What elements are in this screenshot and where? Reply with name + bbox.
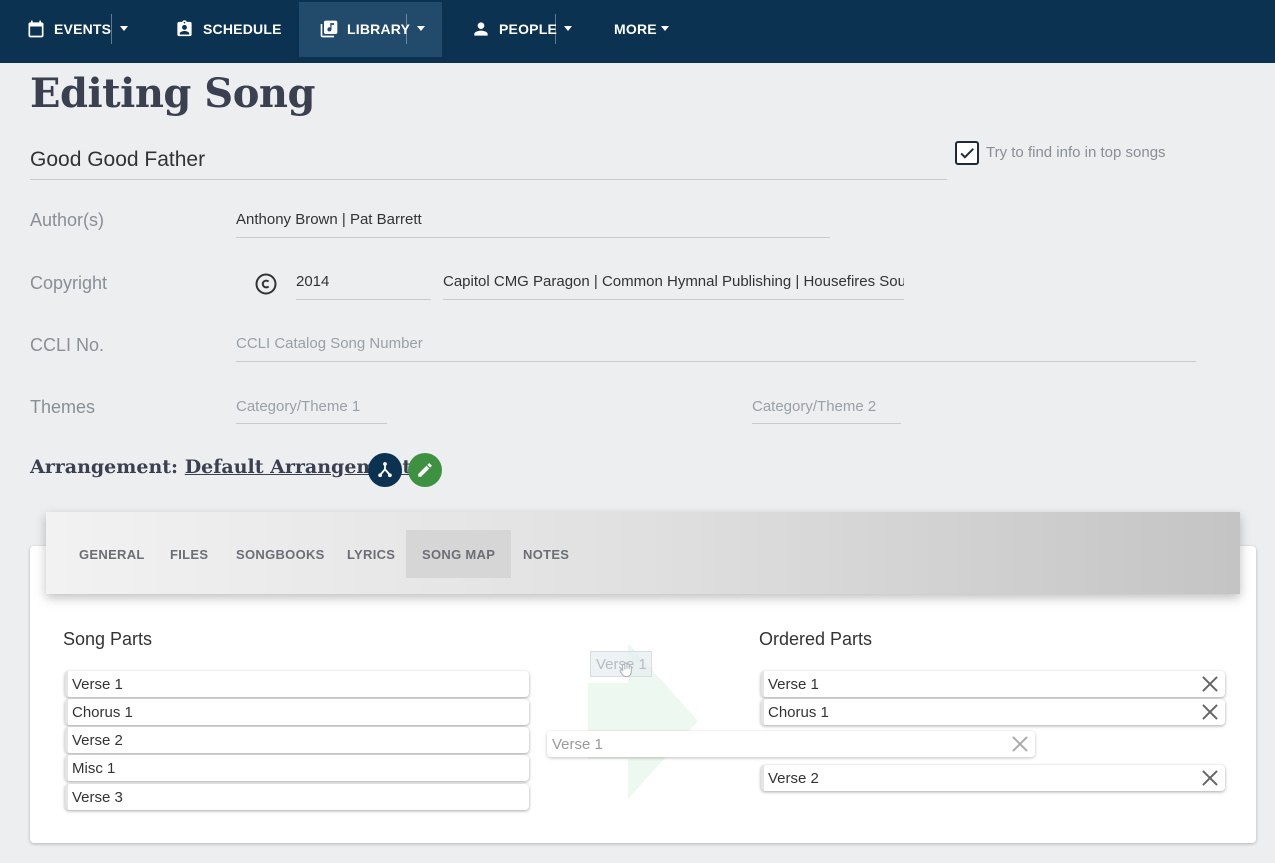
song-part-item[interactable]: Verse 3: [65, 784, 529, 810]
nav-events-dropdown[interactable]: [120, 0, 128, 57]
copyright-holders-underline: [443, 299, 904, 300]
theme2-underline: [752, 423, 901, 424]
ordered-part-item[interactable]: Verse 2: [761, 765, 1225, 791]
caret-down-icon: [417, 26, 425, 31]
tab-songbooks[interactable]: SONGBOOKS: [220, 530, 341, 578]
nav-events[interactable]: EVENTS: [26, 0, 111, 57]
nav-people-label: PEOPLE: [499, 20, 557, 37]
nav-library-dropdown[interactable]: [417, 0, 425, 57]
authors-input[interactable]: Anthony Brown | Pat Barrett: [236, 211, 422, 228]
song-title-underline: [30, 179, 947, 180]
ccli-input[interactable]: CCLI Catalog Song Number: [236, 335, 423, 352]
remove-part-icon[interactable]: [1201, 769, 1219, 787]
ccli-underline: [236, 361, 1196, 362]
song-part-item[interactable]: Misc 1: [65, 755, 529, 781]
ccli-label: CCLI No.: [30, 335, 105, 355]
caret-down-icon: [564, 26, 572, 31]
nav-more[interactable]: MORE: [614, 0, 669, 57]
theme1-input[interactable]: Category/Theme 1: [236, 398, 360, 415]
find-info-label: Try to find info in top songs: [986, 144, 1166, 161]
library-music-icon: [320, 20, 338, 37]
top-navbar: EVENTS SCHEDULE LIBRARY PEOPLE MORE: [0, 0, 1275, 63]
tab-bar: GENERAL FILES SONGBOOKS LYRICS SONG MAP …: [46, 512, 1240, 594]
grab-hand-icon: [619, 662, 632, 678]
ordered-part-label: Chorus 1: [768, 703, 829, 721]
nav-schedule[interactable]: SCHEDULE: [175, 0, 282, 57]
caret-down-icon: [660, 26, 669, 31]
tab-files[interactable]: FILES: [154, 530, 224, 578]
tab-lyrics[interactable]: LYRICS: [331, 530, 411, 578]
nav-library-label: LIBRARY: [347, 20, 411, 37]
nav-people[interactable]: PEOPLE: [471, 0, 557, 57]
fork-icon: [378, 462, 392, 478]
song-title-input[interactable]: Good Good Father: [30, 148, 205, 172]
ordered-part-label: Verse 1: [768, 675, 819, 693]
tab-general[interactable]: GENERAL: [63, 530, 161, 578]
copyright-icon: [255, 273, 277, 295]
checkmark-icon: [960, 148, 974, 159]
calendar-icon: [28, 20, 44, 37]
person-icon: [474, 21, 488, 36]
nav-schedule-label: SCHEDULE: [203, 20, 282, 37]
remove-part-icon[interactable]: [1201, 675, 1219, 693]
drop-placeholder-label: Verse 1: [552, 735, 603, 753]
copyright-year-input[interactable]: 2014: [296, 273, 329, 290]
remove-part-icon[interactable]: [1201, 703, 1219, 721]
nav-divider: [406, 14, 407, 44]
theme2-input[interactable]: Category/Theme 2: [752, 398, 876, 415]
ordered-part-label: Verse 2: [768, 769, 819, 787]
song-part-item[interactable]: Verse 1: [65, 671, 529, 697]
authors-underline: [236, 237, 830, 238]
nav-more-label: MORE: [614, 20, 657, 37]
ordered-part-item[interactable]: Chorus 1: [761, 699, 1225, 725]
find-info-checkbox[interactable]: [955, 141, 979, 165]
tab-notes[interactable]: NOTES: [507, 530, 585, 578]
remove-part-icon: [1011, 735, 1029, 753]
authors-label: Author(s): [30, 210, 105, 230]
arrangement-edit-button[interactable]: [408, 453, 442, 487]
pencil-icon: [418, 463, 432, 477]
nav-people-dropdown[interactable]: [564, 0, 572, 57]
copyright-label: Copyright: [30, 273, 108, 293]
copyright-year-underline: [296, 299, 431, 300]
ordered-part-item[interactable]: Verse 1: [761, 671, 1225, 697]
caret-down-icon: [120, 26, 128, 31]
arrangement-select-button[interactable]: [368, 453, 402, 487]
copyright-holders-input[interactable]: Capitol CMG Paragon | Common Hymnal Publ…: [443, 273, 904, 290]
nav-events-label: EVENTS: [54, 20, 112, 37]
nav-library[interactable]: LIBRARY: [319, 0, 410, 57]
tab-song-map[interactable]: SONG MAP: [406, 530, 512, 578]
ordered-parts-heading: Ordered Parts: [759, 629, 873, 649]
page-title: Editing Song: [30, 70, 315, 117]
themes-label: Themes: [30, 397, 96, 417]
song-part-item[interactable]: Chorus 1: [65, 699, 529, 725]
nav-divider: [555, 14, 556, 44]
song-part-item[interactable]: Verse 2: [65, 727, 529, 753]
song-parts-heading: Song Parts: [63, 629, 153, 649]
theme1-underline: [236, 423, 387, 424]
contact-card-icon: [177, 19, 192, 36]
arrangement-heading: Arrangement: Default Arrangement: [30, 456, 411, 478]
drop-placeholder: Verse 1: [547, 731, 1035, 757]
nav-divider: [111, 14, 112, 44]
arrangement-prefix: Arrangement:: [30, 456, 179, 478]
